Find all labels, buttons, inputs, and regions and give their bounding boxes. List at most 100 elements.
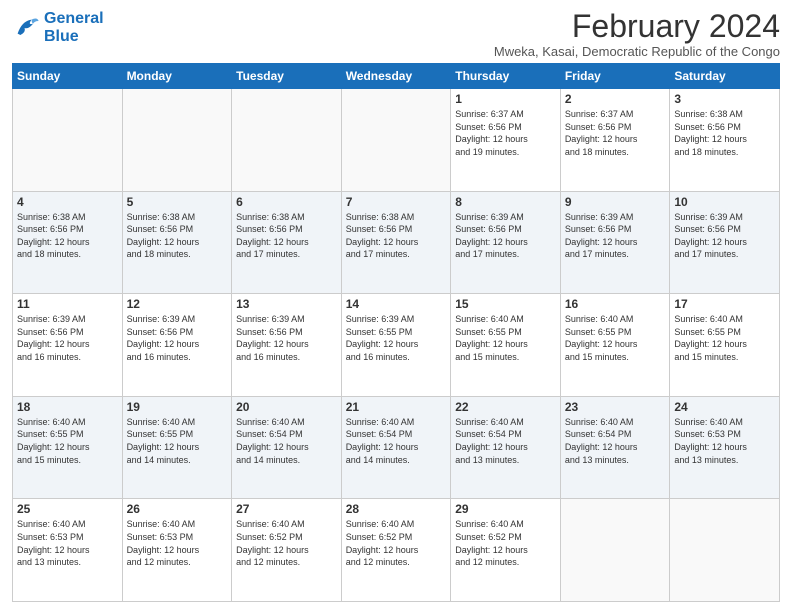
day-number: 10	[674, 195, 775, 209]
day-number: 15	[455, 297, 556, 311]
calendar-cell: 5 Sunrise: 6:38 AM Sunset: 6:56 PM Daylig…	[122, 191, 232, 294]
location: Mweka, Kasai, Democratic Republic of the…	[494, 44, 780, 59]
day-number: 3	[674, 92, 775, 106]
calendar-cell: 16 Sunrise: 6:40 AM Sunset: 6:55 PM Dayli…	[560, 294, 670, 397]
day-number: 29	[455, 502, 556, 516]
day-info: Sunrise: 6:40 AM Sunset: 6:53 PM Dayligh…	[127, 518, 228, 568]
day-number: 27	[236, 502, 337, 516]
day-number: 28	[346, 502, 447, 516]
calendar-cell: 19 Sunrise: 6:40 AM Sunset: 6:55 PM Dayli…	[122, 396, 232, 499]
day-number: 16	[565, 297, 666, 311]
calendar-cell: 27 Sunrise: 6:40 AM Sunset: 6:52 PM Dayli…	[232, 499, 342, 602]
day-info: Sunrise: 6:37 AM Sunset: 6:56 PM Dayligh…	[455, 108, 556, 158]
day-info: Sunrise: 6:38 AM Sunset: 6:56 PM Dayligh…	[17, 211, 118, 261]
day-number: 24	[674, 400, 775, 414]
day-number: 12	[127, 297, 228, 311]
calendar-cell: 24Sunrise: 6:40 AM Sunset: 6:53 PM Dayli…	[670, 396, 780, 499]
calendar-header-saturday: Saturday	[670, 64, 780, 89]
day-number: 20	[236, 400, 337, 414]
calendar-cell	[13, 89, 123, 192]
calendar-header-monday: Monday	[122, 64, 232, 89]
calendar-cell: 12 Sunrise: 6:39 AM Sunset: 6:56 PM Dayli…	[122, 294, 232, 397]
day-info: Sunrise: 6:40 AM Sunset: 6:52 PM Dayligh…	[236, 518, 337, 568]
day-number: 8	[455, 195, 556, 209]
calendar-cell: 3 Sunrise: 6:38 AM Sunset: 6:56 PM Daylig…	[670, 89, 780, 192]
calendar-cell: 2Sunrise: 6:37 AM Sunset: 6:56 PM Daylig…	[560, 89, 670, 192]
calendar-cell	[122, 89, 232, 192]
day-number: 23	[565, 400, 666, 414]
day-info: Sunrise: 6:39 AM Sunset: 6:56 PM Dayligh…	[127, 313, 228, 363]
calendar-cell	[670, 499, 780, 602]
calendar-cell: 25 Sunrise: 6:40 AM Sunset: 6:53 PM Dayli…	[13, 499, 123, 602]
day-info: Sunrise: 6:40 AM Sunset: 6:54 PM Dayligh…	[346, 416, 447, 466]
calendar-cell: 6 Sunrise: 6:38 AM Sunset: 6:56 PM Daylig…	[232, 191, 342, 294]
day-info: Sunrise: 6:39 AM Sunset: 6:56 PM Dayligh…	[236, 313, 337, 363]
day-info: Sunrise: 6:40 AM Sunset: 6:54 PM Dayligh…	[565, 416, 666, 466]
calendar-cell: 21 Sunrise: 6:40 AM Sunset: 6:54 PM Dayli…	[341, 396, 451, 499]
day-number: 2	[565, 92, 666, 106]
day-number: 4	[17, 195, 118, 209]
calendar-cell: 22Sunrise: 6:40 AM Sunset: 6:54 PM Dayli…	[451, 396, 561, 499]
day-info: Sunrise: 6:40 AM Sunset: 6:55 PM Dayligh…	[565, 313, 666, 363]
day-info: Sunrise: 6:39 AM Sunset: 6:56 PM Dayligh…	[565, 211, 666, 261]
calendar-week-row: 1 Sunrise: 6:37 AM Sunset: 6:56 PM Daylig…	[13, 89, 780, 192]
day-info: Sunrise: 6:40 AM Sunset: 6:52 PM Dayligh…	[346, 518, 447, 568]
day-number: 1	[455, 92, 556, 106]
title-block: February 2024 Mweka, Kasai, Democratic R…	[494, 10, 780, 59]
calendar-cell: 13 Sunrise: 6:39 AM Sunset: 6:56 PM Dayli…	[232, 294, 342, 397]
calendar-table: SundayMondayTuesdayWednesdayThursdayFrid…	[12, 63, 780, 602]
calendar-week-row: 11Sunrise: 6:39 AM Sunset: 6:56 PM Dayli…	[13, 294, 780, 397]
day-info: Sunrise: 6:40 AM Sunset: 6:53 PM Dayligh…	[17, 518, 118, 568]
day-info: Sunrise: 6:39 AM Sunset: 6:55 PM Dayligh…	[346, 313, 447, 363]
calendar-cell: 11Sunrise: 6:39 AM Sunset: 6:56 PM Dayli…	[13, 294, 123, 397]
calendar-cell: 1 Sunrise: 6:37 AM Sunset: 6:56 PM Daylig…	[451, 89, 561, 192]
day-info: Sunrise: 6:40 AM Sunset: 6:52 PM Dayligh…	[455, 518, 556, 568]
day-number: 14	[346, 297, 447, 311]
calendar-cell: 4 Sunrise: 6:38 AM Sunset: 6:56 PM Daylig…	[13, 191, 123, 294]
calendar-header-thursday: Thursday	[451, 64, 561, 89]
calendar-cell: 29 Sunrise: 6:40 AM Sunset: 6:52 PM Dayli…	[451, 499, 561, 602]
calendar-cell: 7 Sunrise: 6:38 AM Sunset: 6:56 PM Daylig…	[341, 191, 451, 294]
calendar-cell: 14 Sunrise: 6:39 AM Sunset: 6:55 PM Dayli…	[341, 294, 451, 397]
calendar-header-sunday: Sunday	[13, 64, 123, 89]
day-number: 13	[236, 297, 337, 311]
day-info: Sunrise: 6:38 AM Sunset: 6:56 PM Dayligh…	[127, 211, 228, 261]
day-info: Sunrise: 6:38 AM Sunset: 6:56 PM Dayligh…	[346, 211, 447, 261]
day-number: 26	[127, 502, 228, 516]
calendar-cell: 10 Sunrise: 6:39 AM Sunset: 6:56 PM Dayli…	[670, 191, 780, 294]
calendar-cell	[341, 89, 451, 192]
logo-text: General Blue	[44, 10, 104, 46]
calendar-header-tuesday: Tuesday	[232, 64, 342, 89]
calendar-cell: 23 Sunrise: 6:40 AM Sunset: 6:54 PM Dayli…	[560, 396, 670, 499]
day-info: Sunrise: 6:38 AM Sunset: 6:56 PM Dayligh…	[674, 108, 775, 158]
day-number: 17	[674, 297, 775, 311]
day-info: Sunrise: 6:38 AM Sunset: 6:56 PM Dayligh…	[236, 211, 337, 261]
calendar-week-row: 25 Sunrise: 6:40 AM Sunset: 6:53 PM Dayli…	[13, 499, 780, 602]
day-number: 19	[127, 400, 228, 414]
day-info: Sunrise: 6:40 AM Sunset: 6:55 PM Dayligh…	[17, 416, 118, 466]
calendar-cell: 26 Sunrise: 6:40 AM Sunset: 6:53 PM Dayli…	[122, 499, 232, 602]
calendar-cell	[560, 499, 670, 602]
day-info: Sunrise: 6:40 AM Sunset: 6:55 PM Dayligh…	[127, 416, 228, 466]
day-number: 7	[346, 195, 447, 209]
day-number: 9	[565, 195, 666, 209]
page: General Blue February 2024 Mweka, Kasai,…	[0, 0, 792, 612]
calendar-week-row: 4 Sunrise: 6:38 AM Sunset: 6:56 PM Daylig…	[13, 191, 780, 294]
day-number: 6	[236, 195, 337, 209]
day-info: Sunrise: 6:39 AM Sunset: 6:56 PM Dayligh…	[17, 313, 118, 363]
calendar-week-row: 18Sunrise: 6:40 AM Sunset: 6:55 PM Dayli…	[13, 396, 780, 499]
calendar-cell: 8 Sunrise: 6:39 AM Sunset: 6:56 PM Daylig…	[451, 191, 561, 294]
month-year: February 2024	[494, 10, 780, 42]
calendar-cell	[232, 89, 342, 192]
calendar-header-wednesday: Wednesday	[341, 64, 451, 89]
day-number: 5	[127, 195, 228, 209]
calendar-cell: 15Sunrise: 6:40 AM Sunset: 6:55 PM Dayli…	[451, 294, 561, 397]
calendar-cell: 17Sunrise: 6:40 AM Sunset: 6:55 PM Dayli…	[670, 294, 780, 397]
day-number: 25	[17, 502, 118, 516]
header: General Blue February 2024 Mweka, Kasai,…	[12, 10, 780, 59]
day-info: Sunrise: 6:39 AM Sunset: 6:56 PM Dayligh…	[455, 211, 556, 261]
day-info: Sunrise: 6:39 AM Sunset: 6:56 PM Dayligh…	[674, 211, 775, 261]
day-number: 22	[455, 400, 556, 414]
day-number: 21	[346, 400, 447, 414]
calendar-cell: 18Sunrise: 6:40 AM Sunset: 6:55 PM Dayli…	[13, 396, 123, 499]
